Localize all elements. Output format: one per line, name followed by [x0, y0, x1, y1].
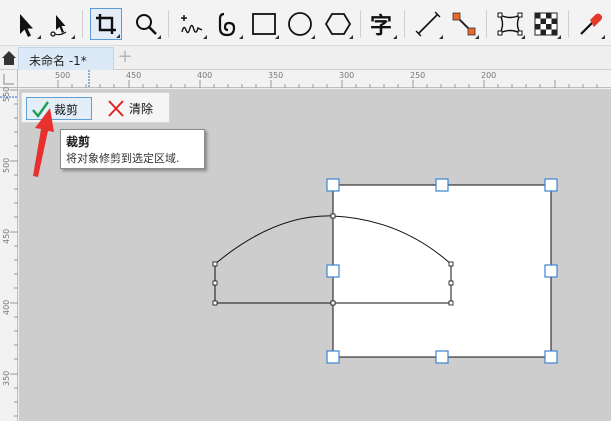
shape-node[interactable]	[448, 261, 454, 267]
resize-handle[interactable]	[544, 264, 558, 278]
shape-node[interactable]	[212, 261, 218, 267]
resize-handle[interactable]	[544, 350, 558, 364]
close-icon	[108, 100, 124, 117]
clear-button-label: 清除	[129, 102, 154, 116]
tooltip-description: 将对象修剪到选定区域.	[66, 152, 180, 165]
shape-node[interactable]	[448, 300, 454, 306]
resize-handle[interactable]	[544, 178, 558, 192]
resize-handle[interactable]	[326, 350, 340, 364]
shape-node[interactable]	[212, 280, 218, 286]
resize-handle[interactable]	[326, 178, 340, 192]
resize-handle[interactable]	[326, 264, 340, 278]
tooltip-title: 裁剪	[66, 135, 91, 149]
crop-button-label: 裁剪	[54, 103, 79, 117]
crop-button[interactable]: 裁剪	[26, 97, 92, 120]
clear-button[interactable]: 清除	[102, 97, 166, 120]
crop-selection-area[interactable]	[332, 184, 552, 358]
canvas-objects	[212, 178, 558, 364]
check-icon	[32, 101, 49, 118]
resize-handle[interactable]	[435, 350, 449, 364]
shape-node[interactable]	[448, 280, 454, 286]
shape-node[interactable]	[212, 300, 218, 306]
crop-tooltip: 裁剪 将对象修剪到选定区域.	[60, 129, 205, 169]
crop-options-bar: 裁剪 清除	[21, 92, 170, 123]
shape-node[interactable]	[330, 213, 336, 219]
shape-node[interactable]	[330, 300, 336, 306]
resize-handle[interactable]	[435, 178, 449, 192]
